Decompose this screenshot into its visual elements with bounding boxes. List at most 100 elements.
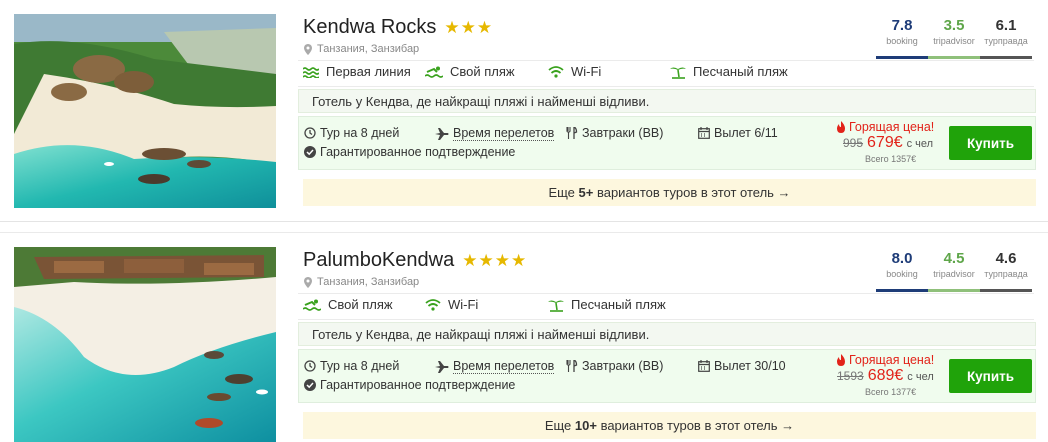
palm-tree-icon	[548, 300, 564, 312]
tour-departure: Вылет 6/11	[698, 126, 778, 140]
feature-label: Песчаный пляж	[693, 64, 788, 79]
total-price: Всего 1357€	[865, 154, 917, 164]
tour-guarantee-text: Гарантированное подтверждение	[320, 378, 516, 392]
star-rating: ★ ★ ★ ★	[462, 252, 526, 269]
hotel-description: Готель у Кендва, де найкращі пляжі і най…	[298, 89, 1036, 113]
hotel-photo[interactable]	[14, 14, 276, 208]
hotel-description: Готель у Кендва, де найкращі пляжі і най…	[298, 322, 1036, 346]
feature-item: Свой пляж	[303, 297, 393, 312]
current-price: 689€	[867, 367, 904, 384]
rating-value: 7.8	[891, 17, 913, 34]
rating-bar	[928, 56, 980, 59]
calendar-icon	[698, 360, 710, 372]
rating-booking[interactable]: 8.0 booking	[876, 243, 928, 292]
more-tours-count: 5+	[578, 185, 594, 200]
price-row: 995 679€ с чел	[843, 134, 933, 152]
more-tours-link[interactable]: Еще 10+ вариантов туров в этот отель →	[303, 412, 1036, 439]
feature-item: Wi-Fi	[425, 297, 478, 312]
location-text: Танзания, Занзибар	[317, 43, 420, 55]
rating-label: booking	[886, 269, 918, 279]
feature-label: Свой пляж	[328, 297, 393, 312]
rating-value: 3.5	[943, 17, 965, 34]
feature-label: Песчаный пляж	[571, 297, 666, 312]
flight-times-link[interactable]: Время перелетов	[435, 359, 555, 374]
airplane-icon	[435, 360, 449, 373]
price-row: 1593 689€ с чел	[837, 367, 934, 385]
star-icon: ★	[444, 18, 460, 37]
hotel-photo[interactable]	[14, 247, 276, 442]
cutlery-icon	[566, 127, 578, 139]
per-person-label: с чел	[907, 371, 934, 383]
map-pin-icon	[304, 276, 312, 288]
divider	[298, 319, 1034, 320]
star-rating: ★ ★ ★	[444, 19, 492, 36]
more-tours-count: 10+	[574, 418, 597, 433]
check-circle-icon	[304, 146, 316, 158]
ratings-panel: 8.0 booking 4.5 tripadvisor 4.6 турправд…	[876, 243, 1034, 292]
more-tours-link[interactable]: Еще 5+ вариантов туров в этот отель →	[303, 179, 1036, 206]
more-tours-prefix: Еще	[548, 185, 579, 200]
tour-meals-text: Завтраки (BB)	[582, 359, 664, 373]
hotel-name[interactable]: PalumboKendwa ★ ★ ★ ★	[303, 249, 526, 272]
divider	[298, 293, 1034, 294]
buy-button[interactable]: Купить	[949, 126, 1032, 160]
fire-icon	[837, 121, 845, 133]
calendar-icon	[698, 127, 710, 139]
clock-icon	[304, 360, 316, 372]
more-tours-suffix: вариантов туров в этот отель →	[596, 418, 795, 433]
rating-label: турправда	[984, 36, 1028, 46]
old-price: 1593	[837, 369, 864, 383]
feature-item: Свой пляж	[425, 64, 515, 79]
more-tours-prefix: Еще	[544, 418, 575, 433]
tour-guarantee: Гарантированное подтверждение	[304, 378, 515, 392]
rating-value: 6.1	[995, 17, 1017, 34]
divider	[298, 86, 1034, 87]
rating-turpravda[interactable]: 4.6 турправда	[980, 243, 1032, 292]
flight-times-text[interactable]: Время перелетов	[453, 126, 555, 141]
feature-item: Wi-Fi	[548, 64, 601, 79]
rating-label: турправда	[984, 269, 1028, 279]
tour-meals: Завтраки (BB)	[566, 126, 663, 140]
rating-tripadvisor[interactable]: 3.5 tripadvisor	[928, 10, 980, 59]
rating-booking[interactable]: 7.8 booking	[876, 10, 928, 59]
hotel-name-text[interactable]: PalumboKendwa	[303, 249, 454, 272]
hotel-card: Kendwa Rocks ★ ★ ★ Танзания, Занзибар 7.…	[0, 0, 1048, 222]
feature-label: Первая линия	[326, 64, 411, 79]
rating-tripadvisor[interactable]: 4.5 tripadvisor	[928, 243, 980, 292]
tour-duration: Тур на 8 дней	[304, 126, 399, 140]
rating-bar	[876, 289, 928, 292]
hot-price-label: Горящая цена!	[836, 120, 934, 134]
hotel-location: Танзания, Занзибар	[304, 43, 419, 55]
rating-bar	[876, 56, 928, 59]
rating-bar	[928, 289, 980, 292]
feature-item: Песчаный пляж	[548, 297, 666, 312]
feature-label: Wi-Fi	[448, 297, 479, 312]
feature-item: Первая линия	[303, 64, 411, 79]
waves-icon	[303, 66, 319, 78]
wifi-icon	[548, 65, 564, 78]
hotel-card: PalumboKendwa ★ ★ ★ ★ Танзания, Занзибар…	[0, 232, 1048, 442]
hotel-photo-image	[14, 247, 276, 442]
airplane-icon	[435, 127, 449, 140]
hotel-name-text[interactable]: Kendwa Rocks	[303, 16, 436, 39]
flight-times-text[interactable]: Время перелетов	[453, 359, 555, 374]
swimmer-icon	[303, 299, 321, 311]
flight-times-link[interactable]: Время перелетов	[435, 126, 555, 141]
current-price: 679€	[867, 134, 903, 151]
tour-departure-text: Вылет 30/10	[714, 359, 786, 373]
star-icon: ★	[476, 18, 493, 37]
per-person-label: с чел	[906, 138, 934, 150]
fire-icon	[837, 354, 845, 366]
star-icon: ★	[478, 251, 494, 270]
buy-button[interactable]: Купить	[949, 359, 1032, 393]
star-icon: ★	[462, 251, 478, 270]
star-icon: ★	[510, 251, 527, 270]
divider	[298, 60, 1034, 61]
rating-turpravda[interactable]: 6.1 турправда	[980, 10, 1032, 59]
tour-duration-text: Тур на 8 дней	[320, 126, 400, 140]
swimmer-icon	[425, 66, 443, 78]
hotel-name[interactable]: Kendwa Rocks ★ ★ ★	[303, 16, 492, 39]
check-circle-icon	[304, 379, 316, 391]
hot-price-label: Горящая цена!	[836, 353, 934, 367]
cutlery-icon	[566, 360, 578, 372]
